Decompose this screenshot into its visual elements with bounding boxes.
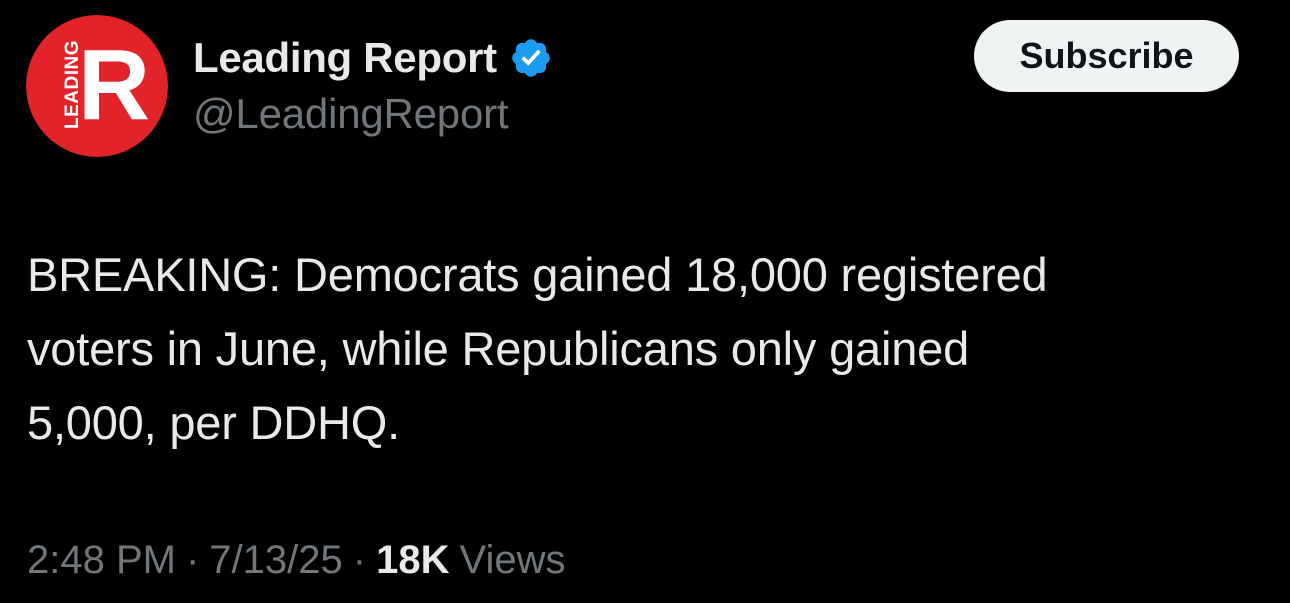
meta-separator: ·: [352, 537, 367, 582]
tweet-time[interactable]: 2:48 PM: [27, 538, 176, 583]
author-name-row: Leading Report: [193, 30, 553, 86]
tweet-date[interactable]: 7/13/25: [209, 538, 342, 583]
views-count[interactable]: 18K: [376, 538, 449, 583]
views-label: Views: [459, 537, 566, 582]
tweet-meta: 2:48 PM · 7/13/25 · 18K Views: [27, 532, 565, 588]
subscribe-button[interactable]: Subscribe: [974, 20, 1239, 92]
author-handle[interactable]: @LeadingReport: [193, 90, 509, 138]
leading-report-logo-icon: R LEADING: [26, 15, 168, 157]
avatar-letter: R: [78, 29, 150, 141]
verified-badge-icon[interactable]: [509, 36, 553, 80]
tweet-card: R LEADING Leading Report @LeadingReport …: [0, 0, 1290, 603]
avatar-side-text: LEADING: [62, 40, 83, 129]
author-display-name[interactable]: Leading Report: [193, 34, 497, 82]
meta-separator: ·: [185, 537, 200, 582]
avatar[interactable]: R LEADING: [26, 15, 168, 157]
tweet-text: BREAKING: Democrats gained 18,000 regist…: [27, 248, 1048, 449]
